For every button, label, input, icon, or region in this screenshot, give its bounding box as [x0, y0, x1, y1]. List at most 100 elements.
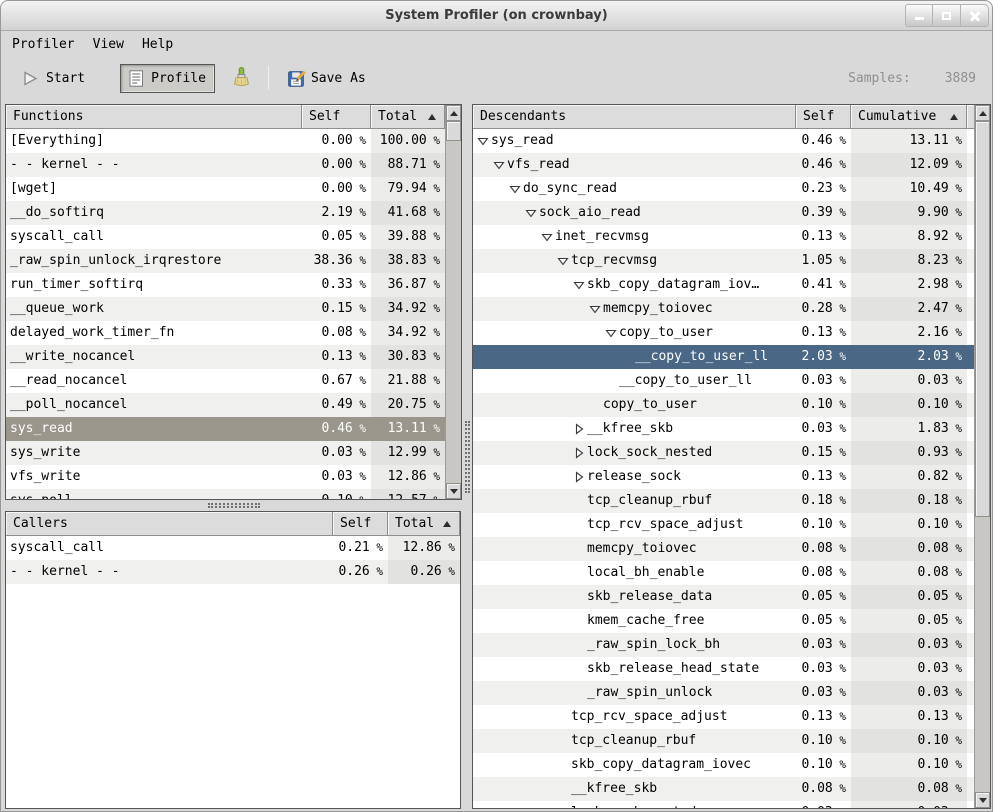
table-row[interactable]: - - kernel - -0.26 %0.26 %: [6, 560, 460, 584]
table-row[interactable]: kmem_cache_free0.05 %0.05 %: [473, 609, 974, 633]
column-header-total[interactable]: Total: [388, 512, 460, 536]
table-row[interactable]: __queue_work0.15 %34.92 %: [6, 297, 445, 321]
table-row[interactable]: __read_nocancel0.67 %21.88 %: [6, 369, 445, 393]
scrollbar-thumb[interactable]: [975, 121, 990, 517]
expander-open-icon[interactable]: [573, 279, 585, 291]
total-percent-cell: 0.05 %: [851, 609, 967, 633]
splitter-grip-icon: [465, 421, 470, 493]
table-row[interactable]: tcp_rcv_space_adjust0.10 %0.10 %: [473, 513, 974, 537]
column-header-cumulative[interactable]: Cumulative: [851, 105, 967, 129]
scroll-down-button[interactable]: [975, 792, 990, 808]
scrollbar-trough[interactable]: [446, 141, 461, 483]
menu-item-profiler[interactable]: Profiler: [3, 34, 84, 55]
table-row[interactable]: sys_write0.03 %12.99 %: [6, 441, 445, 465]
functions-scrollbar[interactable]: [445, 105, 461, 499]
expander-closed-icon[interactable]: [573, 423, 585, 435]
expander-open-icon[interactable]: [493, 159, 505, 171]
table-row[interactable]: tcp_cleanup_rbuf0.18 %0.18 %: [473, 489, 974, 513]
expander-open-icon[interactable]: [509, 183, 521, 195]
table-row[interactable]: sys_read0.46 %13.11 %: [6, 417, 445, 441]
table-row[interactable]: __poll_nocancel0.49 %20.75 %: [6, 393, 445, 417]
column-header-total[interactable]: Total: [371, 105, 445, 129]
expander-open-icon[interactable]: [589, 303, 601, 315]
vertical-splitter[interactable]: [462, 104, 472, 809]
window-titlebar[interactable]: System Profiler (on crownbay): [1, 1, 992, 31]
table-row[interactable]: local_bh_enable0.08 %0.08 %: [473, 561, 974, 585]
horizontal-splitter[interactable]: [5, 500, 462, 511]
scroll-up-button[interactable]: [446, 105, 461, 121]
table-row[interactable]: __write_nocancel0.13 %30.83 %: [6, 345, 445, 369]
table-row[interactable]: skb_release_head_state0.03 %0.03 %: [473, 657, 974, 681]
table-row[interactable]: _raw_spin_unlock0.03 %0.03 %: [473, 681, 974, 705]
table-row[interactable]: syscall_call0.05 %39.88 %: [6, 225, 445, 249]
table-row[interactable]: __kfree_skb0.08 %0.08 %: [473, 777, 974, 801]
samples-label: Samples:: [848, 71, 911, 86]
total-percent-cell: 13.11 %: [371, 417, 445, 441]
expander-open-icon[interactable]: [477, 135, 489, 147]
expander-closed-icon[interactable]: [573, 447, 585, 459]
symbol-label: __write_nocancel: [10, 345, 135, 369]
descendants-scrollbar[interactable]: [974, 105, 990, 808]
table-row[interactable]: [wget]0.00 %79.94 %: [6, 177, 445, 201]
table-row[interactable]: copy_to_user0.13 %2.16 %: [473, 321, 974, 345]
scroll-up-button[interactable]: [975, 105, 990, 121]
table-row[interactable]: tcp_recvmsg1.05 %8.23 %: [473, 249, 974, 273]
maximize-button[interactable]: [933, 4, 961, 27]
table-row[interactable]: memcpy_toiovec0.28 %2.47 %: [473, 297, 974, 321]
scrollbar-trough[interactable]: [975, 517, 990, 792]
column-header-self[interactable]: Self: [302, 105, 371, 129]
table-row[interactable]: syscall_call0.21 %12.86 %: [6, 536, 460, 560]
menu-item-help[interactable]: Help: [133, 34, 182, 55]
column-header-descendants[interactable]: Descendants: [473, 105, 796, 129]
table-row[interactable]: release_sock0.13 %0.82 %: [473, 465, 974, 489]
column-header-callers[interactable]: Callers: [6, 512, 333, 536]
symbol-label: __read_nocancel: [10, 369, 127, 393]
table-row[interactable]: sys_poll0.10 %12.57 %: [6, 489, 445, 499]
table-row[interactable]: sys_read0.46 %13.11 %: [473, 129, 974, 153]
self-percent-cell: 0.03 %: [796, 681, 851, 705]
self-percent-cell: 0.28 %: [796, 297, 851, 321]
table-row[interactable]: copy_to_user0.10 %0.10 %: [473, 393, 974, 417]
scrollbar-thumb[interactable]: [446, 121, 461, 141]
menu-item-view[interactable]: View: [84, 34, 133, 55]
expander-open-icon[interactable]: [557, 255, 569, 267]
table-row[interactable]: __do_softirq2.19 %41.68 %: [6, 201, 445, 225]
profile-button[interactable]: Profile: [120, 64, 215, 93]
column-header-functions[interactable]: Functions: [6, 105, 302, 129]
table-row[interactable]: skb_copy_datagram_iov…0.41 %2.98 %: [473, 273, 974, 297]
table-row[interactable]: __kfree_skb0.03 %1.83 %: [473, 417, 974, 441]
table-row[interactable]: skb_release_data0.05 %0.05 %: [473, 585, 974, 609]
table-row[interactable]: skb_copy_datagram_iovec0.10 %0.10 %: [473, 753, 974, 777]
close-button[interactable]: [961, 4, 989, 27]
table-row[interactable]: lock_sock_nested0.03 %0.03 %: [473, 801, 974, 808]
expander-open-icon[interactable]: [605, 327, 617, 339]
table-row[interactable]: _raw_spin_lock_bh0.03 %0.03 %: [473, 633, 974, 657]
minimize-button[interactable]: [905, 4, 933, 27]
save-as-button[interactable]: Save As: [279, 63, 375, 94]
table-row[interactable]: run_timer_softirq0.33 %36.87 %: [6, 273, 445, 297]
table-row[interactable]: __copy_to_user_ll0.03 %0.03 %: [473, 369, 974, 393]
reset-button[interactable]: [227, 62, 256, 94]
table-row[interactable]: do_sync_read0.23 %10.49 %: [473, 177, 974, 201]
table-row[interactable]: memcpy_toiovec0.08 %0.08 %: [473, 537, 974, 561]
table-row[interactable]: _raw_spin_unlock_irqrestore38.36 %38.83 …: [6, 249, 445, 273]
table-row[interactable]: inet_recvmsg0.13 %8.92 %: [473, 225, 974, 249]
column-header-self[interactable]: Self: [333, 512, 388, 536]
expander-closed-icon[interactable]: [573, 471, 585, 483]
expander-open-icon[interactable]: [525, 207, 537, 219]
table-row[interactable]: tcp_cleanup_rbuf0.10 %0.10 %: [473, 729, 974, 753]
table-row[interactable]: __copy_to_user_ll2.03 %2.03 %: [473, 345, 974, 369]
scroll-down-button[interactable]: [446, 483, 461, 499]
table-row[interactable]: [Everything]0.00 %100.00 %: [6, 129, 445, 153]
profile-label: Profile: [151, 71, 206, 86]
start-button[interactable]: Start: [13, 64, 94, 93]
table-row[interactable]: vfs_read0.46 %12.09 %: [473, 153, 974, 177]
table-row[interactable]: lock_sock_nested0.15 %0.93 %: [473, 441, 974, 465]
table-row[interactable]: - - kernel - -0.00 %88.71 %: [6, 153, 445, 177]
expander-open-icon[interactable]: [541, 231, 553, 243]
table-row[interactable]: delayed_work_timer_fn0.08 %34.92 %: [6, 321, 445, 345]
column-header-self[interactable]: Self: [796, 105, 851, 129]
table-row[interactable]: sock_aio_read0.39 %9.90 %: [473, 201, 974, 225]
table-row[interactable]: tcp_rcv_space_adjust0.13 %0.13 %: [473, 705, 974, 729]
table-row[interactable]: vfs_write0.03 %12.86 %: [6, 465, 445, 489]
